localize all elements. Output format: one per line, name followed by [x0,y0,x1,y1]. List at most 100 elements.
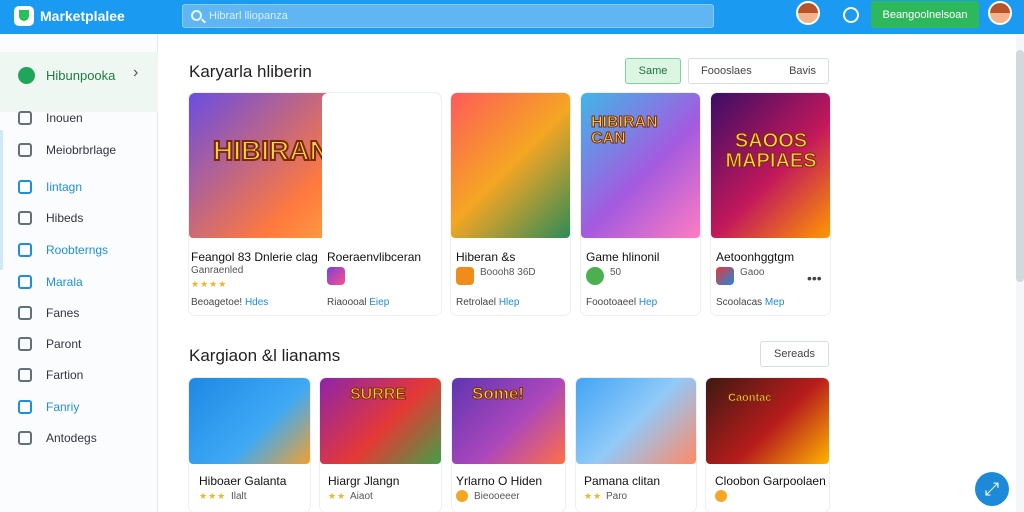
game-card-8[interactable]: Some! Yrlarno O Hiden Bieooeeer [452,378,565,512]
sidebar-item-11[interactable]: Antodegs [0,426,158,450]
thumbnail-text: SURRE [349,386,407,404]
game-thumbnail: Caontac [706,378,829,464]
game-name: Pamana clitan [584,474,661,488]
game-card-4[interactable]: HIBIRAN CAN Game hlinonil 50 Foootoaeel … [581,93,700,315]
sidebar-item-1[interactable]: Inouen [0,106,158,130]
coin-icon [715,490,727,502]
thumbnail-text: SAOOS MAPIAES [725,130,817,172]
sidebar-item-2[interactable]: Meiobrbrlage [0,138,158,162]
game-subtitle: 50 [610,267,622,278]
footer-a: Beoagetoe! [191,297,243,308]
search-bar[interactable]: Hibrarl lliopanza [182,4,714,28]
game-name: Game hlinonil [586,250,660,264]
game-footer: Scoolacas Mep [716,297,784,308]
sidebar-item-7[interactable]: Fanes [0,301,158,325]
game-thumbnail: SAOOS MAPIAES [711,93,830,238]
search-placeholder: Hibrarl lliopanza [209,10,288,22]
game-footer: Riaoooal Eiep [327,297,389,308]
user-icon [18,211,32,225]
footer-b[interactable]: Mep [765,297,784,308]
footer-a: Retrolael [456,297,497,308]
game-thumbnail [189,378,310,464]
section-title-1: Karyarla hliberin [189,62,312,81]
filter-group[interactable]: Foooslaes Bavis [688,58,829,84]
house-icon [18,275,32,289]
sidebar-item-5[interactable]: Roobterngs [0,238,158,262]
sidebar-item-10[interactable]: Fanriy [0,395,158,419]
game-footer: Foootoaeel Hep [586,297,657,308]
rating-stars: ★★★★ [191,279,228,289]
game-thumbnail: HIBIRAN CAN [581,93,700,238]
person-icon [18,337,32,351]
filter-button-3[interactable]: Bavis [789,65,816,77]
app-title: Marketplalee [40,8,125,24]
thumbnail-text: Some! [472,384,525,404]
game-subtitle: Boooh8 36D [480,267,536,278]
category-icon [18,67,35,84]
sidebar-item-8[interactable]: Paront [0,332,158,356]
game-name: Feangol 83 Dnlerie clag [191,250,318,264]
game-card-6[interactable]: Hiboaer Galanta ★★★ Ilalt [189,378,310,512]
game-card-10[interactable]: Caontac Cloobon Garpoolaen [706,378,829,512]
game-thumbnail: Some! [452,378,565,464]
game-mini-icon [716,267,734,285]
edit-icon [18,180,32,194]
user-avatar[interactable] [796,1,820,25]
game-name: Roeraenvlibceran [327,250,422,264]
profile-avatar[interactable] [988,1,1012,25]
sidebar-item-3[interactable]: Iintagn [0,175,158,199]
filter-button-1[interactable]: Same [625,58,681,84]
section2-button[interactable]: Sereads [760,341,829,367]
sidebar-item-9[interactable]: Fartion [0,363,158,387]
top-cta-button[interactable]: Beangoolnelsoan [871,1,979,28]
game-thumbnail: SURRE [320,378,441,464]
app-logo[interactable]: Marketplalee [14,6,125,26]
home-icon [18,111,32,125]
floating-action-button[interactable]: ⤢ [975,472,1009,506]
game-subtitle: Bieooeeer [474,491,520,502]
sidebar-item-4[interactable]: Hibeds [0,206,158,230]
game-card-9[interactable]: Pamana clitan ★★ Paro [576,378,696,512]
circle-icon [18,400,32,414]
game-footer: Retrolael Hlep [456,297,519,308]
footer-a: Foootoaeel [586,297,637,308]
scrollbar-thumb[interactable] [1016,50,1024,282]
game-mini-icon [456,267,474,285]
sidebar-item-6[interactable]: Marala [0,270,158,294]
game-thumbnail [451,93,570,238]
rating-stars: ★★ [584,491,603,501]
logo-icon [14,6,34,26]
footer-b[interactable]: Eiep [369,297,389,308]
list-icon [18,143,32,157]
share-icon [18,368,32,382]
chevron-right-icon: › [133,64,139,81]
chat-icon[interactable] [843,7,859,23]
tag-icon [18,431,32,445]
footer-b[interactable]: Hlep [499,297,520,308]
footer-b[interactable]: Hdes [245,297,268,308]
game-mini-icon [586,267,604,285]
filter-button-2[interactable]: Foooslaes [701,65,752,77]
search-icon [191,10,202,21]
bookmark-icon [18,243,32,257]
game-subtitle: Gaoo [740,267,765,278]
game-footer: Beoagetoe! Hdes [191,297,268,308]
footer-a: Scoolacas [716,297,763,308]
more-options-icon[interactable]: ••• [807,270,822,286]
game-thumbnail [576,378,696,464]
game-card-3[interactable]: Hiberan &s Boooh8 36D Retrolael Hlep [451,93,570,315]
game-name: Hiargr Jlangn [328,474,400,488]
thumbnail-text: HIBIRAN CAN [591,114,659,147]
game-name: Cloobon Garpoolaen [715,474,826,488]
footer-b[interactable]: Hep [639,297,657,308]
game-name: Hiberan &s [456,250,516,264]
game-name: Hiboaer Galanta [199,474,287,488]
sidebar-header[interactable]: Hibunpooka › [0,52,158,112]
card-icon [18,306,32,320]
game-card-7[interactable]: SURRE Hiargr Jlangn ★★ Aiaot [320,378,441,512]
game-card-2[interactable]: Roeraenvlibceran Riaoooal Eiep [322,93,441,315]
section-title-2: Kargiaon &l lianams [189,346,341,365]
game-mini-icon [327,267,345,285]
game-name: Yrlarno O Hiden [456,474,543,488]
rating-stars: ★★ [328,491,347,501]
